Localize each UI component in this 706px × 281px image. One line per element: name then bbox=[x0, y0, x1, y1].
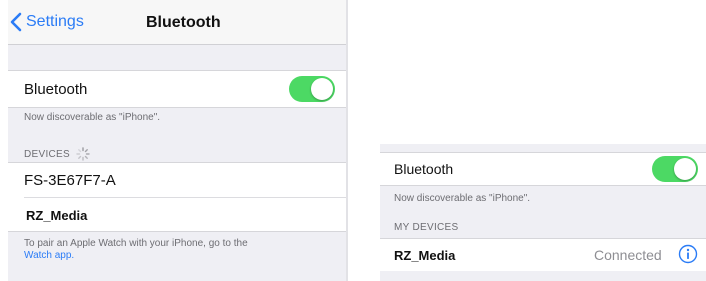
info-icon[interactable] bbox=[678, 244, 698, 264]
devices-header-label: DEVICES bbox=[24, 148, 71, 160]
discoverable-note: Now discoverable as "iPhone". bbox=[394, 193, 531, 204]
bluetooth-toggle-row: Bluetooth bbox=[8, 70, 348, 108]
bluetooth-toggle[interactable] bbox=[652, 156, 698, 182]
devices-list: FS-3E67F7-A RZ_Media bbox=[8, 162, 348, 232]
left-bluetooth-screen: Settings Bluetooth Bluetooth Now discove… bbox=[8, 0, 348, 281]
toggle-knob bbox=[311, 78, 333, 100]
bluetooth-toggle-row: Bluetooth bbox=[380, 152, 706, 186]
back-button[interactable]: Settings bbox=[10, 10, 84, 34]
device-row[interactable]: RZ_Media Connected bbox=[380, 238, 706, 271]
chevron-left-icon bbox=[10, 12, 22, 32]
page-title: Bluetooth bbox=[146, 14, 221, 31]
back-label: Settings bbox=[26, 13, 84, 30]
device-row[interactable]: FS-3E67F7-A bbox=[8, 162, 348, 197]
device-row[interactable]: RZ_Media bbox=[8, 198, 348, 232]
my-devices-header: MY DEVICES bbox=[394, 222, 459, 233]
right-bluetooth-screen: Bluetooth Now discoverable as "iPhone". … bbox=[380, 144, 706, 281]
device-name: RZ_Media bbox=[394, 248, 456, 263]
bluetooth-toggle[interactable] bbox=[289, 76, 335, 102]
devices-header: DEVICES bbox=[24, 147, 90, 161]
bluetooth-label: Bluetooth bbox=[24, 81, 88, 98]
panel-divider bbox=[346, 0, 348, 281]
footer-text: To pair an Apple Watch with your iPhone,… bbox=[24, 238, 248, 249]
device-name: RZ_Media bbox=[26, 208, 88, 223]
discoverable-note: Now discoverable as "iPhone". bbox=[24, 112, 161, 123]
device-name: FS-3E67F7-A bbox=[24, 172, 116, 189]
nav-bar: Settings Bluetooth bbox=[8, 0, 348, 45]
apple-watch-footer: To pair an Apple Watch with your iPhone,… bbox=[24, 238, 334, 262]
toggle-knob bbox=[674, 158, 696, 180]
my-devices-list: RZ_Media Connected bbox=[380, 238, 706, 271]
spinner-icon bbox=[76, 147, 90, 161]
bluetooth-label: Bluetooth bbox=[394, 161, 454, 177]
watch-app-link[interactable]: Watch app. bbox=[24, 250, 74, 261]
connection-status: Connected bbox=[594, 247, 662, 263]
